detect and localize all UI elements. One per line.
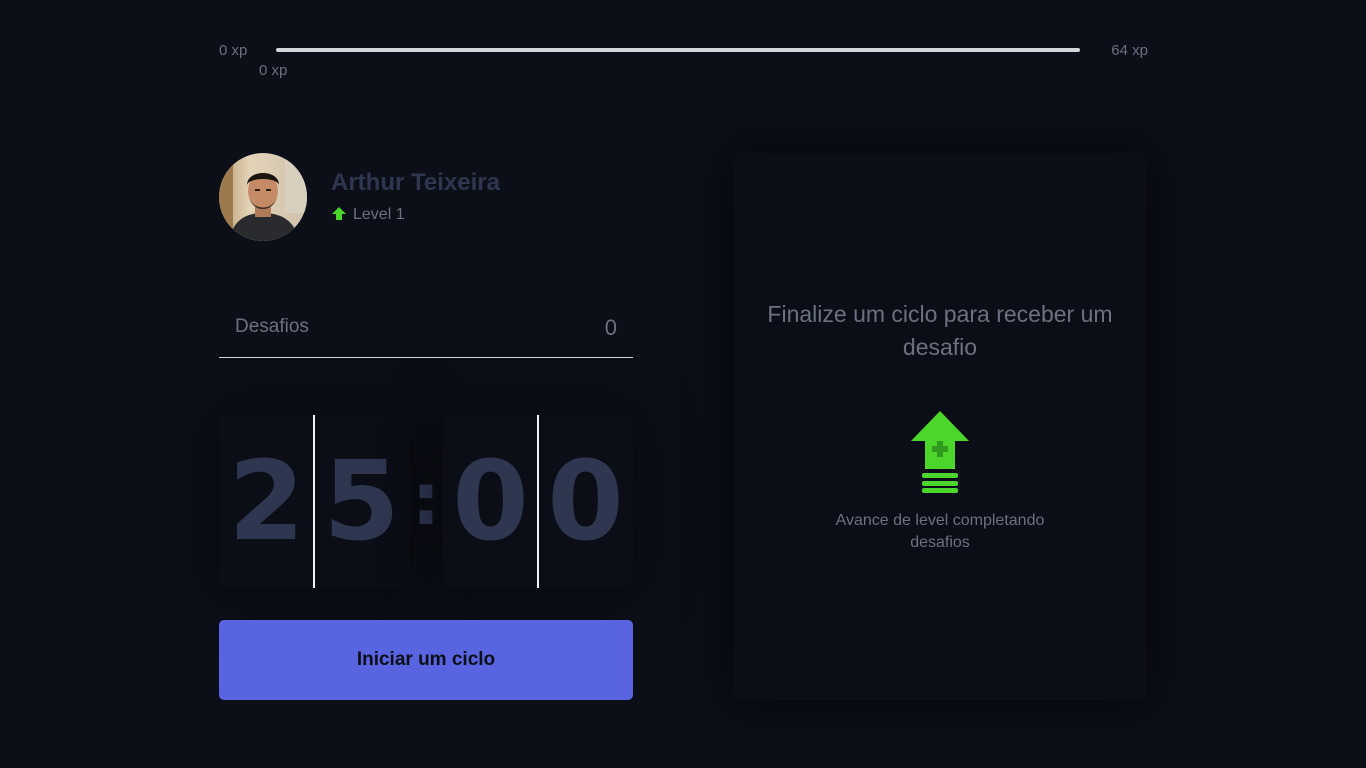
challenge-box-hint: Avance de level completando desafios — [835, 512, 1045, 551]
profile: Arthur Teixeira Level 1 — [219, 153, 639, 243]
challenges-label: Desafios — [235, 316, 309, 337]
challenge-box-title: Finalize um ciclo para receber um desafi… — [767, 301, 1113, 360]
level-indicator: Level 1 — [331, 205, 405, 225]
second-ones-digit: 0 — [547, 437, 624, 565]
xp-progress-track — [276, 48, 1080, 52]
time-separator: : — [411, 457, 441, 541]
level-arrow-icon — [331, 206, 347, 224]
seconds-block: 0 0 — [443, 415, 633, 588]
level-up-icon — [909, 411, 971, 493]
minute-tens-digit: 2 — [228, 437, 305, 565]
minutes-block: 2 5 — [219, 415, 409, 588]
countdown: 2 5 : 0 0 — [219, 415, 633, 588]
completed-challenges: Desafios 0 — [219, 300, 633, 358]
challenge-box: Finalize um ciclo para receber um desafi… — [733, 153, 1147, 700]
xp-max-label: 64 xp — [1111, 42, 1148, 59]
xp-current-label: 0 xp — [259, 62, 288, 79]
avatar — [219, 153, 307, 241]
level-label: Level 1 — [353, 206, 405, 223]
minute-ones-digit: 5 — [323, 437, 400, 565]
experience-bar: 0 xp 0 xp 64 xp — [219, 38, 1148, 79]
xp-min-label: 0 xp — [219, 42, 248, 59]
avatar-photo — [219, 153, 307, 241]
challenges-count: 0 — [604, 315, 617, 340]
profile-name: Arthur Teixeira — [331, 169, 500, 196]
start-cycle-button[interactable]: Iniciar um ciclo — [219, 620, 633, 700]
page: 0 xp 0 xp 64 xp Arthur Teixeira Level 1 … — [0, 0, 1366, 768]
second-tens-digit: 0 — [452, 437, 529, 565]
